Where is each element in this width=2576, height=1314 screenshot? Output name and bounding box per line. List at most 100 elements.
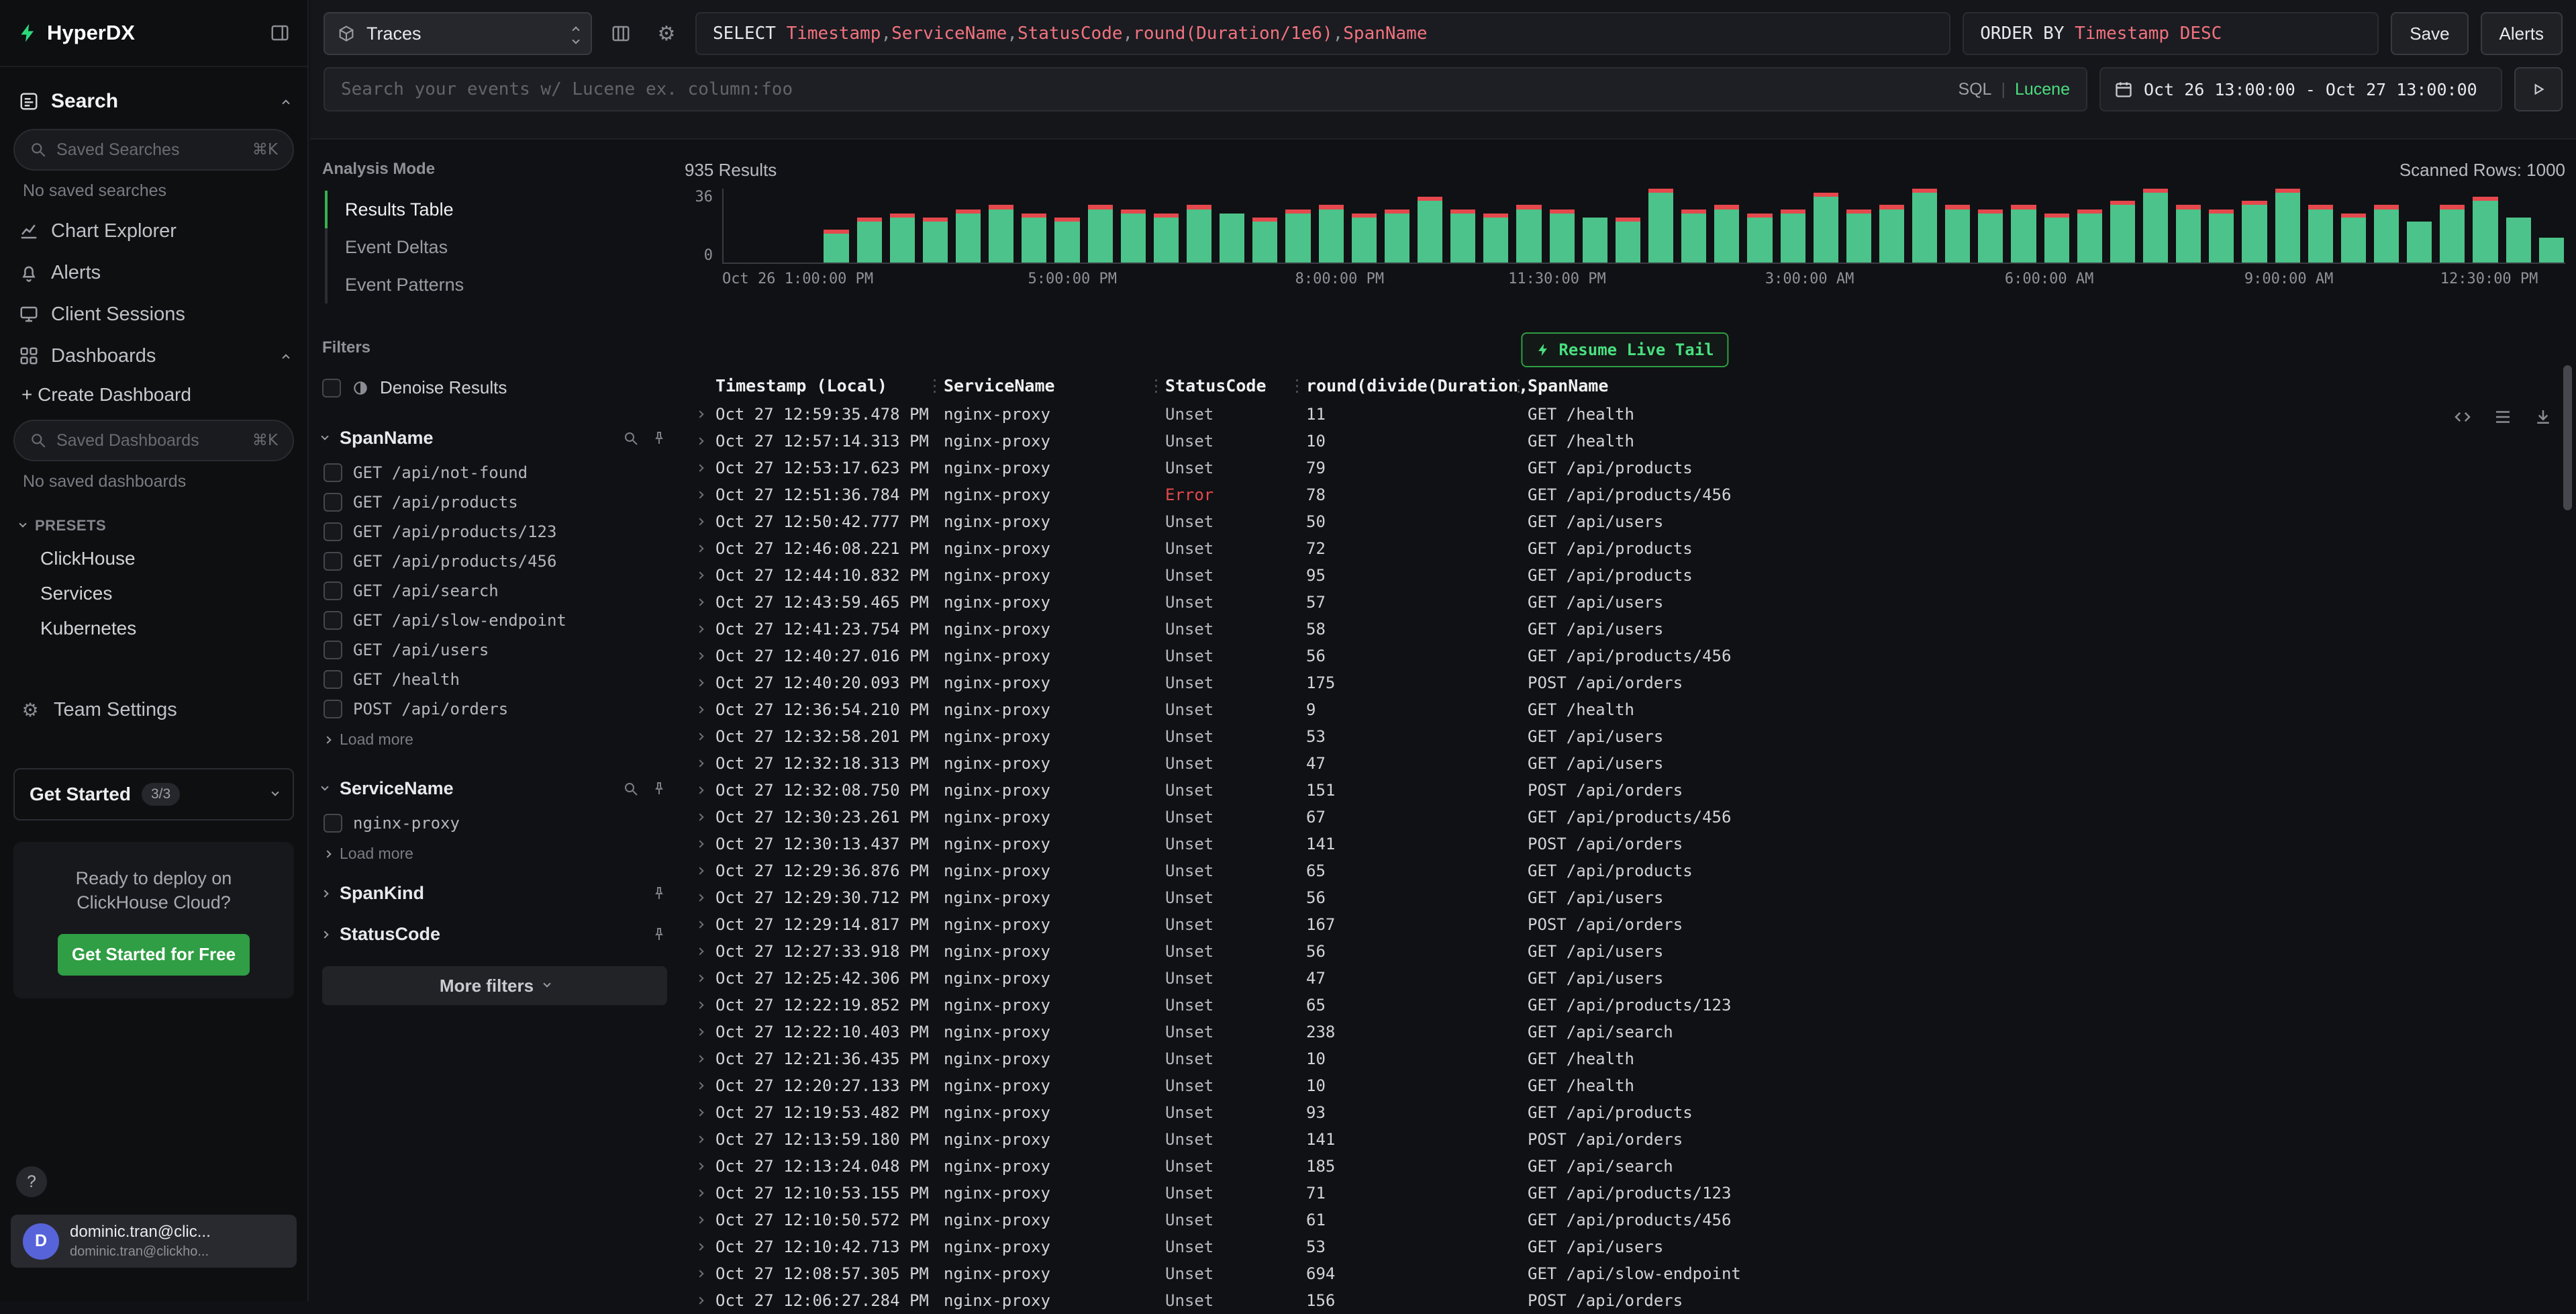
nav-dashboards[interactable]: Dashboards — [12, 335, 295, 377]
code-view-icon[interactable] — [2453, 407, 2473, 427]
row-expand-button[interactable] — [685, 1056, 715, 1062]
histogram-bar[interactable] — [1121, 189, 1146, 263]
preset-services[interactable]: Services — [12, 576, 295, 611]
histogram-bar[interactable] — [1352, 189, 1377, 263]
col-header-timestamp[interactable]: Timestamp (Local) — [715, 376, 944, 395]
histogram-bar[interactable] — [758, 189, 783, 263]
get-started-free-button[interactable]: Get Started for Free — [58, 934, 250, 976]
histogram-bar[interactable] — [1814, 189, 1838, 263]
row-expand-button[interactable] — [685, 1137, 715, 1142]
histogram-bar[interactable] — [1781, 189, 1805, 263]
pin-icon[interactable] — [651, 781, 667, 797]
more-filters-button[interactable]: More filters — [322, 966, 667, 1005]
row-view-icon[interactable] — [2493, 407, 2513, 427]
servicename-load-more[interactable]: Load more — [322, 845, 667, 863]
row-expand-button[interactable] — [685, 734, 715, 739]
histogram-bar[interactable] — [1450, 189, 1475, 263]
row-expand-button[interactable] — [685, 1217, 715, 1223]
facet-option[interactable]: GET /api/products/123 — [322, 517, 667, 547]
pin-icon[interactable] — [651, 927, 667, 943]
table-row[interactable]: Oct 27 12:20:27.133 PMnginx-proxyUnset10… — [685, 1072, 2565, 1099]
preset-kubernetes[interactable]: Kubernetes — [12, 611, 295, 646]
query-settings-button[interactable]: ⚙ — [650, 17, 683, 50]
table-row[interactable]: Oct 27 12:41:23.754 PMnginx-proxyUnset58… — [685, 616, 2565, 643]
download-icon[interactable] — [2533, 407, 2553, 427]
histogram-bar[interactable] — [1747, 189, 1772, 263]
resume-live-tail-button[interactable]: Resume Live Tail — [1521, 332, 1728, 367]
facet-checkbox[interactable] — [324, 493, 342, 512]
facet-option[interactable]: nginx-proxy — [322, 808, 667, 838]
table-row[interactable]: Oct 27 12:53:17.623 PMnginx-proxyUnset79… — [685, 455, 2565, 481]
table-row[interactable]: Oct 27 12:30:23.261 PMnginx-proxyUnset67… — [685, 804, 2565, 831]
pin-icon[interactable] — [651, 430, 667, 447]
facet-checkbox[interactable] — [324, 463, 342, 482]
table-row[interactable]: Oct 27 12:30:13.437 PMnginx-proxyUnset14… — [685, 831, 2565, 857]
analysis-mode-event-deltas[interactable]: Event Deltas — [325, 228, 667, 266]
row-expand-button[interactable] — [685, 492, 715, 498]
histogram-bar[interactable] — [2341, 189, 2366, 263]
facet-option[interactable]: GET /api/products/456 — [322, 547, 667, 576]
facet-option[interactable]: GET /api/not-found — [322, 458, 667, 487]
histogram-bar[interactable] — [2110, 189, 2135, 263]
run-query-button[interactable] — [2514, 67, 2563, 111]
table-row[interactable]: Oct 27 12:40:20.093 PMnginx-proxyUnset17… — [685, 669, 2565, 696]
histogram-bar[interactable] — [1879, 189, 1904, 263]
histogram-bar[interactable] — [1285, 189, 1310, 263]
nav-alerts[interactable]: Alerts — [12, 252, 295, 293]
row-expand-button[interactable] — [685, 922, 715, 927]
row-expand-button[interactable] — [685, 976, 715, 981]
facet-group-spanname-header[interactable]: SpanName — [322, 428, 667, 449]
table-row[interactable]: Oct 27 12:43:59.465 PMnginx-proxyUnset57… — [685, 589, 2565, 616]
analysis-mode-event-patterns[interactable]: Event Patterns — [325, 266, 667, 303]
nav-team-settings[interactable]: ⚙ Team Settings — [12, 689, 295, 731]
facet-option[interactable]: POST /api/orders — [322, 694, 667, 724]
denoise-results-option[interactable]: Denoise Results — [322, 377, 667, 398]
saved-dashboards-input-wrap[interactable]: ⌘K — [13, 420, 294, 461]
saved-searches-input-wrap[interactable]: ⌘K — [13, 129, 294, 171]
analysis-mode-results-table[interactable]: Results Table — [325, 191, 667, 228]
facet-option[interactable]: GET /api/search — [322, 576, 667, 606]
histogram-bar[interactable] — [1483, 189, 1508, 263]
table-row[interactable]: Oct 27 12:51:36.784 PMnginx-proxyError78… — [685, 481, 2565, 508]
row-expand-button[interactable] — [685, 788, 715, 793]
row-expand-button[interactable] — [685, 412, 715, 417]
histogram-bar[interactable] — [2407, 189, 2432, 263]
table-row[interactable]: Oct 27 12:29:30.712 PMnginx-proxyUnset56… — [685, 884, 2565, 911]
histogram-bar[interactable] — [1583, 189, 1607, 263]
user-menu[interactable]: D dominic.tran@clic... dominic.tran@clic… — [11, 1215, 297, 1268]
chevron-up-icon[interactable] — [282, 354, 289, 361]
histogram-bar[interactable] — [1714, 189, 1739, 263]
get-started-dropdown[interactable]: Get Started 3/3 — [13, 768, 294, 820]
row-expand-button[interactable] — [685, 707, 715, 712]
language-lucene[interactable]: Lucene — [2015, 80, 2070, 99]
row-expand-button[interactable] — [685, 761, 715, 766]
row-expand-button[interactable] — [685, 1271, 715, 1276]
histogram-bar[interactable] — [791, 189, 815, 263]
histogram-bar[interactable] — [1550, 189, 1575, 263]
table-row[interactable]: Oct 27 12:29:14.817 PMnginx-proxyUnset16… — [685, 911, 2565, 938]
nav-client-sessions[interactable]: Client Sessions — [12, 293, 295, 335]
histogram-bar[interactable] — [1022, 189, 1046, 263]
facet-search-icon[interactable] — [623, 430, 639, 447]
table-row[interactable]: Oct 27 12:13:24.048 PMnginx-proxyUnset18… — [685, 1153, 2565, 1180]
table-row[interactable]: Oct 27 12:21:36.435 PMnginx-proxyUnset10… — [685, 1045, 2565, 1072]
histogram-bar[interactable] — [1846, 189, 1871, 263]
help-button[interactable]: ? — [16, 1166, 47, 1197]
table-row[interactable]: Oct 27 12:36:54.210 PMnginx-proxyUnset9G… — [685, 696, 2565, 723]
facet-checkbox[interactable] — [324, 814, 342, 833]
saved-searches-input[interactable] — [56, 140, 243, 160]
row-expand-button[interactable] — [685, 841, 715, 847]
row-expand-button[interactable] — [685, 1110, 715, 1115]
denoise-checkbox[interactable] — [322, 379, 341, 397]
row-expand-button[interactable] — [685, 1083, 715, 1088]
table-row[interactable]: Oct 27 12:25:42.306 PMnginx-proxyUnset47… — [685, 965, 2565, 992]
table-row[interactable]: Oct 27 12:10:42.713 PMnginx-proxyUnset53… — [685, 1233, 2565, 1260]
table-row[interactable]: Oct 27 12:22:19.852 PMnginx-proxyUnset65… — [685, 992, 2565, 1019]
facet-group-spankind-header[interactable]: SpanKind — [322, 883, 667, 904]
histogram-bar[interactable] — [2011, 189, 2036, 263]
histogram-bar[interactable] — [2143, 189, 2168, 263]
facet-group-statuscode-header[interactable]: StatusCode — [322, 924, 667, 945]
row-expand-button[interactable] — [685, 438, 715, 444]
language-sql[interactable]: SQL — [1958, 80, 1991, 99]
table-row[interactable]: Oct 27 12:46:08.221 PMnginx-proxyUnset72… — [685, 535, 2565, 562]
